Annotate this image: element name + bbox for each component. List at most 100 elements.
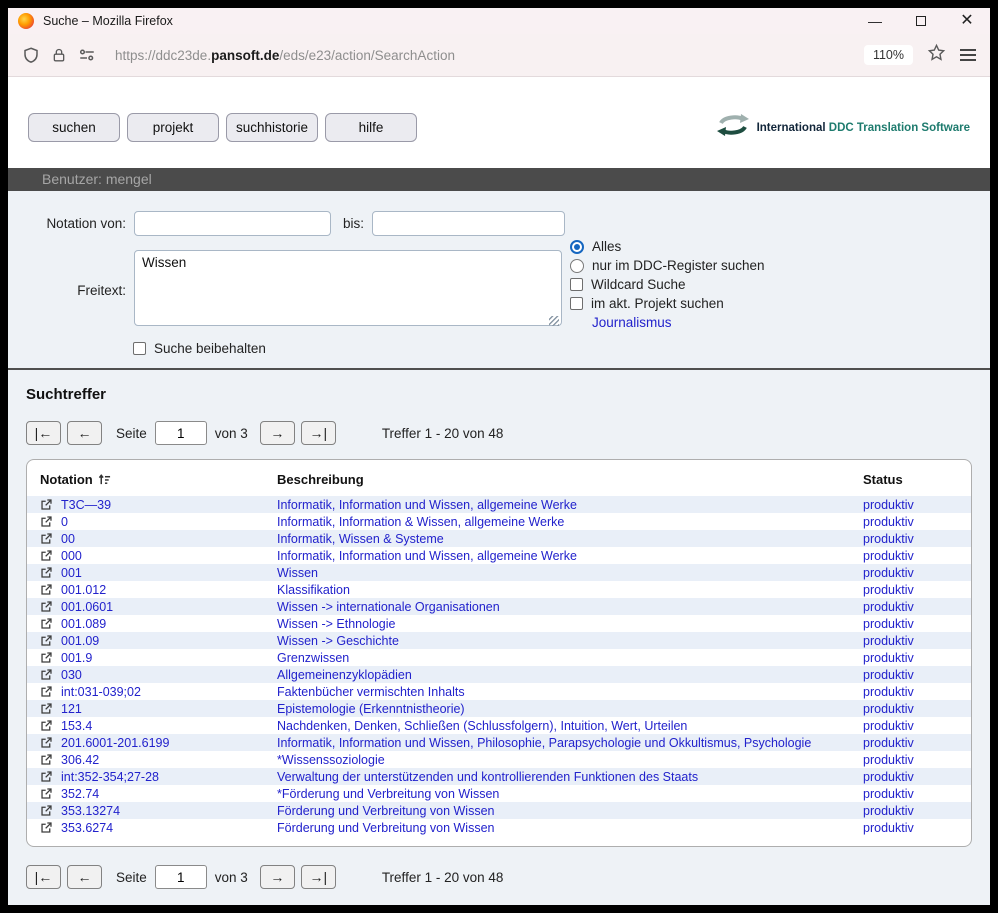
- zoom-level-badge[interactable]: 110%: [864, 45, 913, 65]
- minimize-button[interactable]: —: [852, 8, 898, 34]
- hilfe-button[interactable]: hilfe: [325, 113, 417, 142]
- beschreibung-link[interactable]: *Förderung und Verbreitung von Wissen: [277, 787, 499, 801]
- lock-icon[interactable]: [51, 47, 67, 64]
- journalismus-link[interactable]: Journalismus: [592, 315, 672, 330]
- notation-link[interactable]: 306.42: [61, 753, 99, 767]
- notation-to-input[interactable]: [372, 211, 565, 236]
- notation-link[interactable]: 001.9: [61, 651, 92, 665]
- beschreibung-link[interactable]: Wissen -> Geschichte: [277, 634, 399, 648]
- external-link-icon[interactable]: [40, 600, 53, 613]
- external-link-icon[interactable]: [40, 651, 53, 664]
- page-number-input[interactable]: [155, 865, 207, 889]
- permissions-icon[interactable]: [78, 48, 96, 62]
- notation-link[interactable]: 001: [61, 566, 82, 580]
- notation-link[interactable]: 001.0601: [61, 600, 113, 614]
- beschreibung-link[interactable]: Informatik, Wissen & Systeme: [277, 532, 444, 546]
- notation-link[interactable]: 121: [61, 702, 82, 716]
- prev-page-button[interactable]: ←: [67, 421, 102, 445]
- notation-link[interactable]: 001.089: [61, 617, 106, 631]
- notation-link[interactable]: 352.74: [61, 787, 99, 801]
- beschreibung-link[interactable]: Förderung und Verbreitung von Wissen: [277, 804, 495, 818]
- beschreibung-column-header[interactable]: Beschreibung: [277, 464, 863, 496]
- maximize-button[interactable]: [898, 8, 944, 34]
- sort-ascending-icon[interactable]: [98, 473, 111, 486]
- external-link-icon[interactable]: [40, 634, 53, 647]
- external-link-icon[interactable]: [40, 787, 53, 800]
- resize-grip-icon[interactable]: [549, 316, 559, 326]
- wildcard-checkbox[interactable]: [570, 278, 583, 291]
- page-number-input[interactable]: [155, 421, 207, 445]
- notation-link[interactable]: 153.4: [61, 719, 92, 733]
- projekt-button[interactable]: projekt: [127, 113, 219, 142]
- address-text[interactable]: https://ddc23de.pansoft.de/eds/e23/actio…: [115, 48, 455, 63]
- suchen-button[interactable]: suchen: [28, 113, 120, 142]
- notation-link[interactable]: 000: [61, 549, 82, 563]
- next-page-button[interactable]: →: [260, 421, 295, 445]
- status-text: produktiv: [863, 617, 914, 631]
- bis-label: bis:: [343, 216, 364, 231]
- beschreibung-link[interactable]: Informatik, Information und Wissen, allg…: [277, 549, 577, 563]
- external-link-icon[interactable]: [40, 515, 53, 528]
- beschreibung-link[interactable]: Allgemeinenzyklopädien: [277, 668, 412, 682]
- external-link-icon[interactable]: [40, 617, 53, 630]
- beschreibung-link[interactable]: Wissen: [277, 566, 318, 580]
- shield-icon[interactable]: [22, 46, 40, 64]
- ddc-register-radio[interactable]: [570, 259, 584, 273]
- beschreibung-link[interactable]: Wissen -> Ethnologie: [277, 617, 395, 631]
- suche-beibehalten-checkbox[interactable]: [133, 342, 146, 355]
- last-page-button[interactable]: →|: [301, 865, 336, 889]
- prev-page-button[interactable]: ←: [67, 865, 102, 889]
- beschreibung-link[interactable]: Klassifikation: [277, 583, 350, 597]
- first-page-button[interactable]: |←: [26, 865, 61, 889]
- beschreibung-link[interactable]: Wissen -> internationale Organisationen: [277, 600, 500, 614]
- next-page-button[interactable]: →: [260, 865, 295, 889]
- notation-link[interactable]: 001.012: [61, 583, 106, 597]
- external-link-icon[interactable]: [40, 753, 53, 766]
- status-column-header[interactable]: Status: [863, 464, 971, 496]
- beschreibung-link[interactable]: Grenzwissen: [277, 651, 349, 665]
- external-link-icon[interactable]: [40, 498, 53, 511]
- external-link-icon[interactable]: [40, 804, 53, 817]
- beschreibung-link[interactable]: Epistemologie (Erkenntnistheorie): [277, 702, 465, 716]
- notation-column-header[interactable]: Notation: [27, 464, 277, 496]
- freitext-textarea[interactable]: Wissen: [134, 250, 562, 326]
- last-page-button[interactable]: →|: [301, 421, 336, 445]
- external-link-icon[interactable]: [40, 549, 53, 562]
- projekt-suchen-checkbox[interactable]: [570, 297, 583, 310]
- first-page-button[interactable]: |←: [26, 421, 61, 445]
- beschreibung-link[interactable]: Verwaltung der unterstützenden und kontr…: [277, 770, 698, 784]
- notation-link[interactable]: 353.6274: [61, 821, 113, 835]
- beschreibung-link[interactable]: Nachdenken, Denken, Schließen (Schlussfo…: [277, 719, 687, 733]
- beschreibung-link[interactable]: Informatik, Information und Wissen, allg…: [277, 498, 577, 512]
- alles-radio[interactable]: [570, 240, 584, 254]
- notation-link[interactable]: 030: [61, 668, 82, 682]
- notation-link[interactable]: int:031-039;02: [61, 685, 141, 699]
- close-button[interactable]: ✕: [944, 8, 990, 34]
- beschreibung-link[interactable]: *Wissenssoziologie: [277, 753, 385, 767]
- beschreibung-link[interactable]: Informatik, Information & Wissen, allgem…: [277, 515, 564, 529]
- notation-link[interactable]: 201.6001-201.6199: [61, 736, 169, 750]
- bookmark-star-icon[interactable]: [927, 43, 946, 67]
- external-link-icon[interactable]: [40, 821, 53, 834]
- menu-icon[interactable]: [960, 49, 976, 61]
- external-link-icon[interactable]: [40, 770, 53, 783]
- notation-link[interactable]: 353.13274: [61, 804, 120, 818]
- notation-from-input[interactable]: [134, 211, 331, 236]
- beschreibung-link[interactable]: Förderung und Verbreitung von Wissen: [277, 821, 495, 835]
- external-link-icon[interactable]: [40, 566, 53, 579]
- beschreibung-link[interactable]: Faktenbücher vermischten Inhalts: [277, 685, 465, 699]
- suchhistorie-button[interactable]: suchhistorie: [226, 113, 318, 142]
- external-link-icon[interactable]: [40, 583, 53, 596]
- external-link-icon[interactable]: [40, 719, 53, 732]
- external-link-icon[interactable]: [40, 702, 53, 715]
- external-link-icon[interactable]: [40, 685, 53, 698]
- notation-link[interactable]: int:352-354;27-28: [61, 770, 159, 784]
- notation-link[interactable]: 0: [61, 515, 68, 529]
- notation-link[interactable]: 001.09: [61, 634, 99, 648]
- external-link-icon[interactable]: [40, 532, 53, 545]
- beschreibung-link[interactable]: Informatik, Information und Wissen, Phil…: [277, 736, 811, 750]
- external-link-icon[interactable]: [40, 668, 53, 681]
- notation-link[interactable]: T3C—39: [61, 498, 111, 512]
- notation-link[interactable]: 00: [61, 532, 75, 546]
- external-link-icon[interactable]: [40, 736, 53, 749]
